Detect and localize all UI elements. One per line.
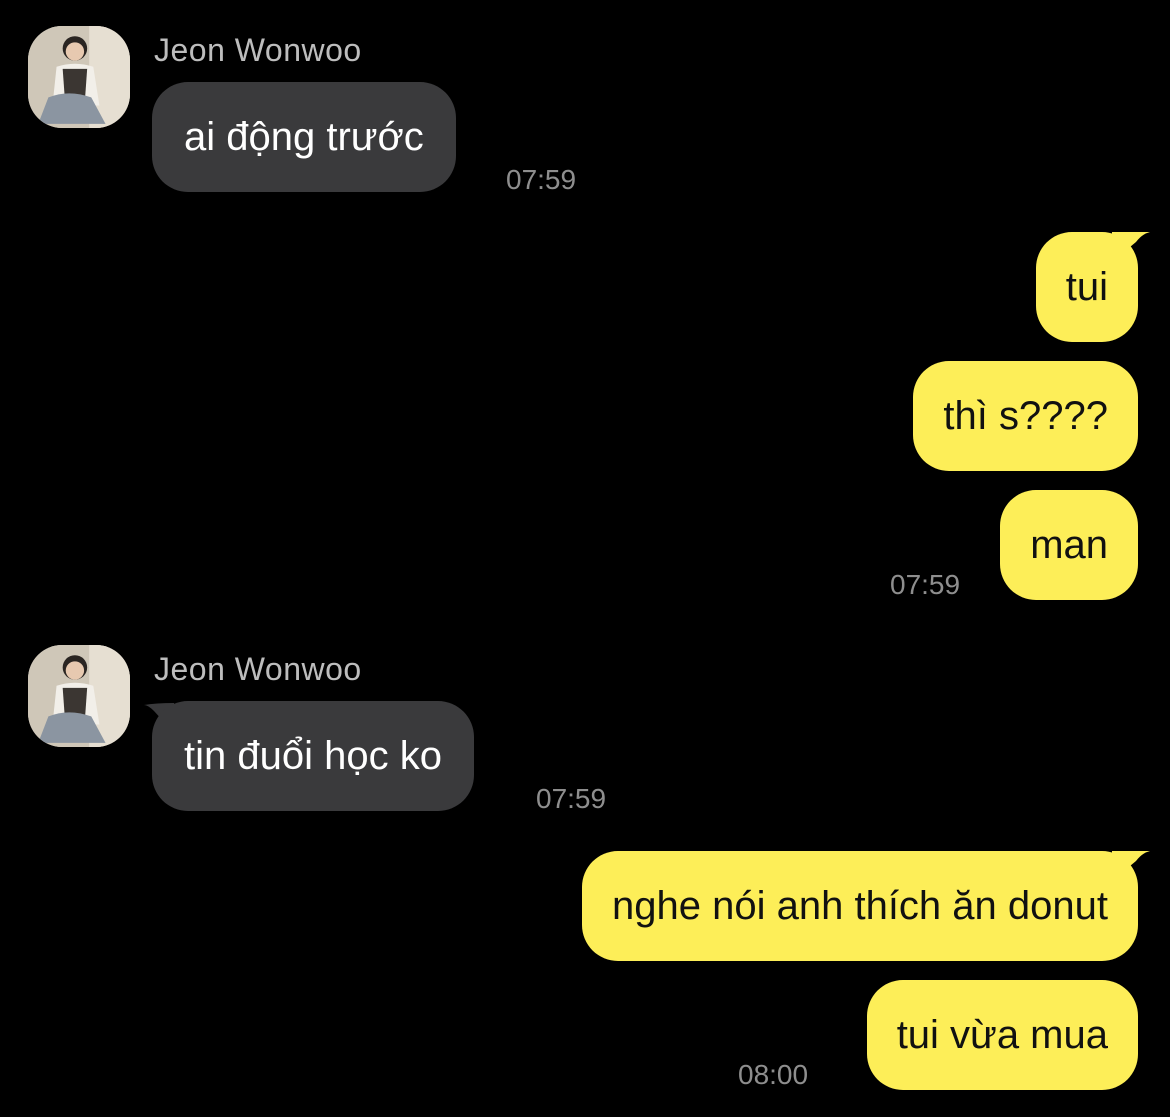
sender-name: Jeon Wonwoo xyxy=(154,32,362,68)
message-timestamp: 08:00 xyxy=(738,1059,809,1090)
message-bubble[interactable]: tui vừa mua xyxy=(866,980,1138,1090)
message-bubble[interactable]: thì s???? xyxy=(913,361,1138,471)
message-bubble[interactable]: man xyxy=(1000,490,1138,600)
message-text: tui xyxy=(1065,265,1108,309)
message-text: ai động trước xyxy=(184,115,424,159)
message-text: thì s???? xyxy=(943,394,1108,438)
avatar[interactable] xyxy=(28,645,130,747)
message-text: man xyxy=(1030,523,1108,567)
profile-photo-icon xyxy=(28,645,130,747)
avatar[interactable] xyxy=(28,26,130,128)
message-bubble[interactable]: tui xyxy=(1035,232,1138,342)
message-timestamp: 07:59 xyxy=(536,783,607,814)
profile-photo-icon xyxy=(28,26,130,128)
message-text: nghe nói anh thích ăn donut xyxy=(612,884,1108,928)
message-bubble[interactable]: nghe nói anh thích ăn donut xyxy=(582,851,1138,961)
message-bubble[interactable]: ai động trước xyxy=(152,82,456,192)
message-bubble[interactable]: tin đuổi học ko xyxy=(152,701,474,811)
message-timestamp: 07:59 xyxy=(506,164,577,195)
message-text: tui vừa mua xyxy=(896,1013,1108,1057)
message-text: tin đuổi học ko xyxy=(184,734,442,778)
sender-name: Jeon Wonwoo xyxy=(154,651,362,687)
message-timestamp: 07:59 xyxy=(890,569,961,600)
